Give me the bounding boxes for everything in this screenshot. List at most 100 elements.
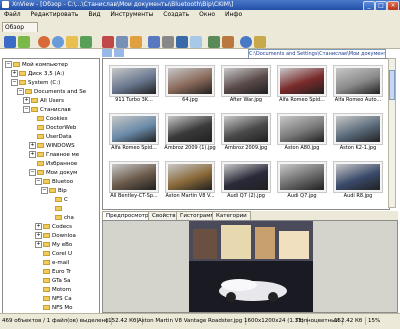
tree-item[interactable]: e-mail xyxy=(35,259,69,267)
tree-item[interactable]: Motorn xyxy=(35,286,71,294)
thumbnail[interactable]: Aston A80.jpg xyxy=(277,113,327,151)
thumbnail[interactable]: Ambroz 2009.jpg xyxy=(221,113,271,151)
folder-icon xyxy=(37,134,44,139)
tree-expander-icon[interactable]: + xyxy=(29,142,36,149)
help-icon[interactable] xyxy=(240,36,252,48)
thumbnail[interactable]: All Bentley-CT-Sp... xyxy=(109,161,159,199)
thumbnail-view-icon[interactable] xyxy=(190,36,202,48)
tree-item[interactable]: + All Users xyxy=(23,97,64,105)
thumbnail[interactable]: Alfa Romeo Spid... xyxy=(277,65,327,103)
thumbnail-label: Aston K2-1.jpg xyxy=(339,145,377,151)
tree-expander-icon[interactable]: + xyxy=(35,232,42,239)
thumbnail[interactable]: After War.jpg xyxy=(221,65,271,103)
folder-tree[interactable]: − Мой компьютер + Диск 3,5 (A:) − System (C:)… xyxy=(2,58,100,315)
print-icon[interactable] xyxy=(208,36,220,48)
tree-item[interactable]: Cookies xyxy=(29,115,68,123)
refresh-icon[interactable] xyxy=(38,36,50,48)
folder-icon xyxy=(43,233,50,238)
convert-icon[interactable] xyxy=(222,36,234,48)
folder-icon xyxy=(37,116,44,121)
tab-preview[interactable]: Предпросмотр xyxy=(102,211,153,220)
tree-expander-icon[interactable]: + xyxy=(23,97,30,104)
tree-item[interactable]: Euro Tr xyxy=(35,268,71,276)
tree-item-label: Мои докум xyxy=(46,170,78,176)
thumbnail[interactable]: Alfa Romeo Spid... xyxy=(109,113,159,151)
browser-icon[interactable] xyxy=(4,36,16,48)
thumbnail[interactable]: Aston K2-1.jpg xyxy=(333,113,383,151)
tree-item[interactable]: Corel U xyxy=(35,250,72,258)
thumbnail-label: Audi R8.jpg xyxy=(343,193,373,199)
folder-icon xyxy=(43,179,50,184)
tree-expander-icon[interactable]: − xyxy=(35,178,42,185)
tree-expander-icon[interactable]: + xyxy=(35,223,42,230)
filter-icon[interactable] xyxy=(148,36,160,48)
tree-item[interactable]: cha xyxy=(47,214,74,222)
tree-item[interactable]: − Станислав xyxy=(23,106,71,114)
tree-item[interactable] xyxy=(47,205,64,213)
menu-create[interactable]: Создать xyxy=(159,10,193,20)
menu-view[interactable]: Вид xyxy=(84,10,104,20)
scrollbar-thumb[interactable] xyxy=(389,70,395,100)
tree-item[interactable]: − System (C:) xyxy=(11,79,60,87)
nav-back-icon[interactable] xyxy=(102,49,112,57)
tab-browser[interactable]: Обзор xyxy=(2,22,38,32)
thumbnail[interactable]: 64.jpg xyxy=(165,65,215,103)
open-folder-icon[interactable] xyxy=(66,36,78,48)
tree-item[interactable]: − Мои докум xyxy=(29,169,77,177)
tree-item[interactable]: C xyxy=(47,196,68,204)
tree-expander-icon[interactable]: − xyxy=(5,61,12,68)
tree-item[interactable]: NFS Mo xyxy=(35,304,73,312)
thumbnail[interactable]: Audi Q7.jpg xyxy=(277,161,327,199)
tree-item[interactable]: NFS Ca xyxy=(35,295,72,303)
tree-item[interactable]: − Bluetoo xyxy=(35,178,73,186)
thumbnail[interactable]: Audi R8.jpg xyxy=(333,161,383,199)
settings-icon[interactable] xyxy=(254,36,266,48)
delete-icon[interactable] xyxy=(102,36,114,48)
menu-window[interactable]: Окно xyxy=(195,10,219,20)
tree-item[interactable]: + WINDOWS xyxy=(29,142,75,150)
tree-expander-icon[interactable]: + xyxy=(29,151,36,158)
tree-item[interactable]: + Downloa xyxy=(35,232,76,240)
folder-icon xyxy=(37,125,44,130)
thumbnail[interactable]: Audi Q7 (2).jpg xyxy=(221,161,271,199)
tree-item[interactable]: + Диск 3,5 (A:) xyxy=(11,70,64,78)
menu-info[interactable]: Инфо xyxy=(221,10,246,20)
tree-item[interactable]: Избранное xyxy=(29,160,77,168)
tree-expander-icon[interactable]: + xyxy=(35,241,42,248)
tree-item[interactable]: − Bip xyxy=(41,187,67,195)
thumbnail[interactable]: 911 Turbo 3K... xyxy=(109,65,159,103)
menu-file[interactable]: Файл xyxy=(0,10,25,20)
tree-expander-icon[interactable]: − xyxy=(41,187,48,194)
folder-up-icon[interactable] xyxy=(18,36,30,48)
tree-item[interactable]: + Codecs xyxy=(35,223,72,231)
tree-item[interactable]: DoctorWeb xyxy=(29,124,76,132)
copy-icon[interactable] xyxy=(116,36,128,48)
thumbnail-image xyxy=(280,164,324,190)
tree-item[interactable]: UserData xyxy=(29,133,72,141)
thumbnail[interactable]: Alfa Romeo Auto... xyxy=(333,65,383,103)
tree-item[interactable]: + Главное ме xyxy=(29,151,79,159)
tree-expander-icon[interactable]: − xyxy=(29,169,36,176)
nav-forward-icon[interactable] xyxy=(114,49,124,57)
thumbnail[interactable]: Aston Martin V8 V... xyxy=(165,161,215,199)
tree-item[interactable]: + My eBo xyxy=(35,241,72,249)
tree-expander-icon[interactable]: − xyxy=(11,79,18,86)
menu-edit[interactable]: Редактировать xyxy=(27,10,83,20)
tree-expander-icon[interactable]: − xyxy=(17,88,24,95)
tree-expander-icon[interactable]: + xyxy=(11,70,18,77)
tree-item[interactable]: − Мой компьютер xyxy=(5,61,68,69)
back-icon[interactable] xyxy=(52,36,64,48)
bookmark-icon[interactable] xyxy=(80,36,92,48)
status-zoom: 15% xyxy=(368,318,381,324)
thumbnail[interactable]: Ambroz 2009 (1).jpg xyxy=(164,113,216,151)
sort-icon[interactable] xyxy=(162,36,174,48)
tree-item[interactable]: GTa Sa xyxy=(35,277,71,285)
slideshow-icon[interactable] xyxy=(176,36,188,48)
tree-expander-icon[interactable]: − xyxy=(23,106,30,113)
tab-categories[interactable]: Категории xyxy=(212,211,251,220)
folder-icon xyxy=(55,215,62,220)
move-icon[interactable] xyxy=(130,36,142,48)
tree-item[interactable]: − Documents and Se xyxy=(17,88,86,96)
menu-tools[interactable]: Инструменты xyxy=(106,10,157,20)
tree-item-label: Мой компьютер xyxy=(22,62,68,68)
